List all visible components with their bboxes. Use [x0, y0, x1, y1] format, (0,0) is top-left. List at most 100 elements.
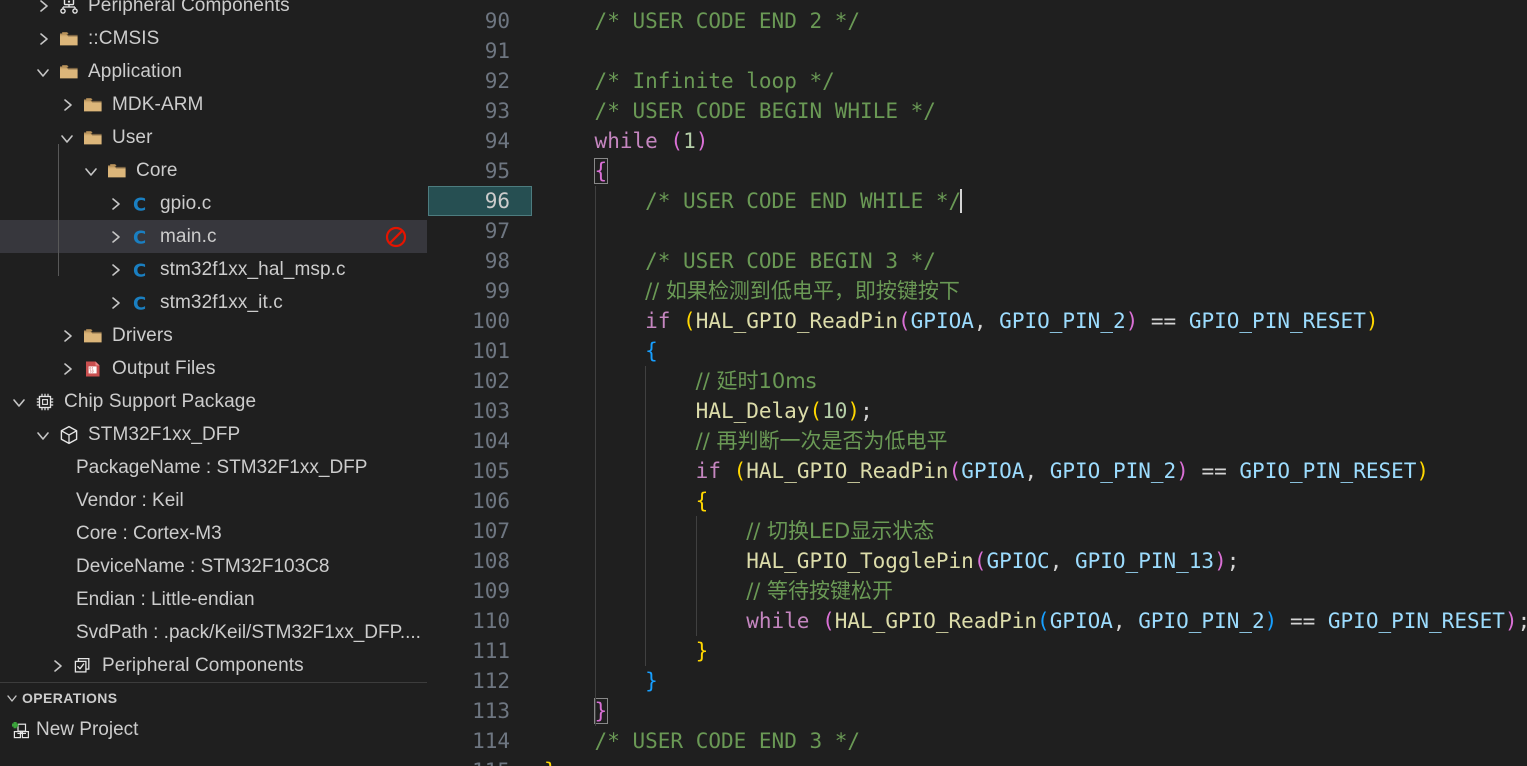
code-line[interactable]: // 等待按键松开 [532, 576, 1527, 606]
package-property: DeviceName : STM32F103C8 [0, 550, 427, 583]
code-line[interactable]: /* USER CODE BEGIN 3 */ [532, 246, 1527, 276]
tree-item-drivers[interactable]: Drivers [0, 319, 427, 352]
line-number: 92 [484, 69, 510, 93]
code-line[interactable]: { [532, 156, 1527, 186]
code-token: /* USER CODE BEGIN 3 */ [645, 249, 936, 273]
tree-item-stm32f1xx-it-c[interactable]: Cstm32f1xx_it.c [0, 286, 427, 319]
line-number: 93 [484, 99, 510, 123]
tree-item-cmsis[interactable]: ::CMSIS [0, 22, 427, 55]
code-line[interactable]: if (HAL_GPIO_ReadPin(GPIOA, GPIO_PIN_2) … [532, 306, 1527, 336]
folder-icon [56, 63, 82, 81]
tree-item-application[interactable]: Application [0, 55, 427, 88]
code-line[interactable]: // 再判断一次是否为低电平 [532, 426, 1527, 456]
chevron-down-icon[interactable] [78, 163, 104, 179]
code-line[interactable]: /* USER CODE BEGIN WHILE */ [532, 96, 1527, 126]
code-token: GPIOA [1049, 609, 1113, 633]
code-line[interactable]: /* USER CODE END 2 */ [532, 6, 1527, 36]
tree-item-label: Chip Support Package [64, 391, 257, 412]
package-property-label: Core : Cortex-M3 [76, 522, 222, 544]
tree-item-chip-support-package[interactable]: Chip Support Package [0, 385, 427, 418]
code-line[interactable]: // 切换LED显示状态 [532, 516, 1527, 546]
blocked-icon[interactable] [385, 226, 407, 248]
tree-item-label: main.c [160, 226, 217, 247]
package-property-label: Endian : Little-endian [76, 588, 255, 610]
code-token: , [973, 309, 1000, 333]
code-line[interactable]: } [532, 666, 1527, 696]
code-token: } [645, 669, 658, 693]
code-token: ( [670, 129, 684, 153]
tree-item-output-files[interactable]: 01 10 Output Files [0, 352, 427, 385]
code-token: if [695, 459, 734, 483]
chevron-right-icon[interactable] [54, 97, 80, 113]
chevron-right-icon[interactable] [102, 262, 128, 278]
code-line[interactable]: // 延时10ms [532, 366, 1527, 396]
editor-window: Project ResourcesPeripheral Components::… [0, 0, 1527, 766]
code-token: GPIOA [961, 459, 1025, 483]
code-line[interactable]: if (HAL_GPIO_ReadPin(GPIOA, GPIO_PIN_2) … [532, 456, 1527, 486]
chevron-right-icon[interactable] [30, 0, 56, 14]
output-files-icon: 01 10 [80, 360, 106, 378]
chevron-right-icon[interactable] [54, 361, 80, 377]
tree-item-gpio-c[interactable]: Cgpio.c [0, 187, 427, 220]
code-token: ( [948, 459, 962, 483]
line-number: 108 [472, 549, 510, 573]
operation-new-project[interactable]: New Project [0, 713, 427, 747]
code-token: ( [683, 309, 696, 333]
tree-item-peripheral-components-leaf[interactable]: Peripheral Components [0, 649, 427, 682]
chevron-right-icon[interactable] [44, 658, 70, 674]
line-number: 100 [472, 309, 510, 333]
code-line[interactable] [532, 216, 1527, 246]
code-line[interactable]: // 如果检测到低电平，即按键按下 [532, 276, 1527, 306]
c-file-icon: C [128, 194, 154, 214]
tree-item-stm32f1xx-hal-msp-c[interactable]: Cstm32f1xx_hal_msp.c [0, 253, 427, 286]
code-line[interactable]: { [532, 486, 1527, 516]
tree-item-stm32f1xx-dfp[interactable]: STM32F1xx_DFP [0, 418, 427, 451]
tree-item-mdk-arm[interactable]: MDK-ARM [0, 88, 427, 121]
code-token: GPIOC [986, 549, 1050, 573]
line-number: 91 [484, 39, 510, 63]
code-token: ( [1037, 609, 1050, 633]
package-property-label: Vendor : Keil [76, 489, 184, 511]
code-line[interactable]: HAL_Delay(10); [532, 396, 1527, 426]
chevron-right-icon[interactable] [102, 229, 128, 245]
code-token: GPIO_PIN_2 [1049, 459, 1177, 483]
line-number: 113 [472, 699, 510, 723]
code-line[interactable]: } [532, 756, 1527, 766]
line-number-active: 96 [428, 186, 532, 216]
chevron-right-icon[interactable] [54, 328, 80, 344]
code-content[interactable]: /* USER CODE END 2 */ /* Infinite loop */… [532, 0, 1527, 766]
line-number: 101 [472, 339, 510, 363]
package-property: Core : Cortex-M3 [0, 517, 427, 550]
code-line[interactable]: /* Infinite loop */ [532, 66, 1527, 96]
code-line[interactable] [532, 36, 1527, 66]
tree-item-core[interactable]: Core [0, 154, 427, 187]
code-line[interactable]: while (1) [532, 126, 1527, 156]
code-token: while [746, 609, 823, 633]
chevron-down-icon[interactable] [2, 690, 22, 706]
code-line[interactable]: } [532, 636, 1527, 666]
tree-item-label: Peripheral Components [88, 0, 290, 16]
code-line[interactable]: /* USER CODE END 3 */ [532, 726, 1527, 756]
tree-item-user[interactable]: User [0, 121, 427, 154]
code-editor[interactable]: 90 91 92 93 94 95 96 97 98 99 100 101 102 103 104 105 10… [428, 0, 1527, 766]
code-line[interactable]: { [532, 336, 1527, 366]
line-number: 105 [472, 459, 510, 483]
chevron-down-icon[interactable] [30, 427, 56, 443]
chevron-down-icon[interactable] [30, 64, 56, 80]
code-line[interactable]: } [532, 696, 1527, 726]
tree-item-peripheral-components[interactable]: Peripheral Components [0, 0, 427, 22]
chevron-right-icon[interactable] [30, 31, 56, 47]
folder-icon [104, 162, 130, 180]
code-line[interactable]: while (HAL_GPIO_ReadPin(GPIOA, GPIO_PIN_… [532, 606, 1527, 636]
operations-section-header[interactable]: OPERATIONS [0, 682, 427, 713]
chevron-right-icon[interactable] [102, 196, 128, 212]
code-token: // 切换LED显示状态 [746, 519, 935, 543]
code-line[interactable]: /* USER CODE END WHILE */ [532, 186, 1527, 216]
code-line[interactable]: HAL_GPIO_TogglePin(GPIOC, GPIO_PIN_13); [532, 546, 1527, 576]
code-token: ; [860, 399, 873, 423]
chevron-down-icon[interactable] [6, 394, 32, 410]
tree-item-main-c[interactable]: Cmain.c [0, 220, 427, 253]
code-token: // 如果检测到低电平，即按键按下 [645, 279, 960, 303]
peripheral-list-icon [70, 657, 96, 674]
chevron-right-icon[interactable] [102, 295, 128, 311]
